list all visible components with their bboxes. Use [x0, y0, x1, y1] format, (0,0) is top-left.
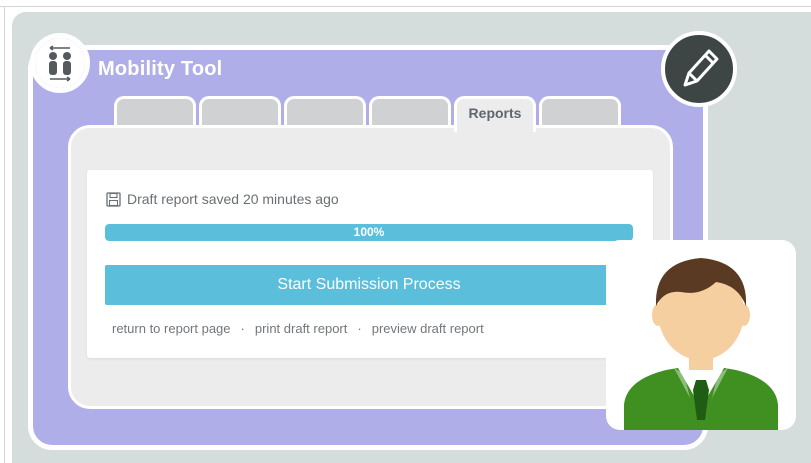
floppy-disk-icon [106, 191, 121, 207]
people-exchange-icon [30, 33, 90, 93]
print-draft-report-link[interactable]: print draft report [255, 321, 348, 336]
pen-icon[interactable] [661, 31, 737, 107]
save-status-row: Draft report saved 20 minutes ago [106, 191, 339, 207]
tab-reports[interactable]: Reports [454, 96, 536, 132]
progress-bar: 100% [105, 224, 633, 241]
app-title: Mobility Tool [98, 58, 223, 80]
report-links: return to report page · print draft report… [112, 321, 484, 336]
link-separator: · [240, 321, 245, 336]
top-border-line [0, 6, 811, 7]
save-status-text: Draft report saved 20 minutes ago [127, 191, 339, 207]
return-to-report-link[interactable]: return to report page [112, 321, 231, 336]
user-avatar-icon [606, 240, 796, 430]
link-separator: · [357, 321, 362, 336]
left-border-line [4, 6, 5, 463]
start-submission-button[interactable]: Start Submission Process [105, 265, 633, 305]
progress-label: 100% [353, 225, 385, 239]
preview-draft-report-link[interactable]: preview draft report [372, 321, 484, 336]
